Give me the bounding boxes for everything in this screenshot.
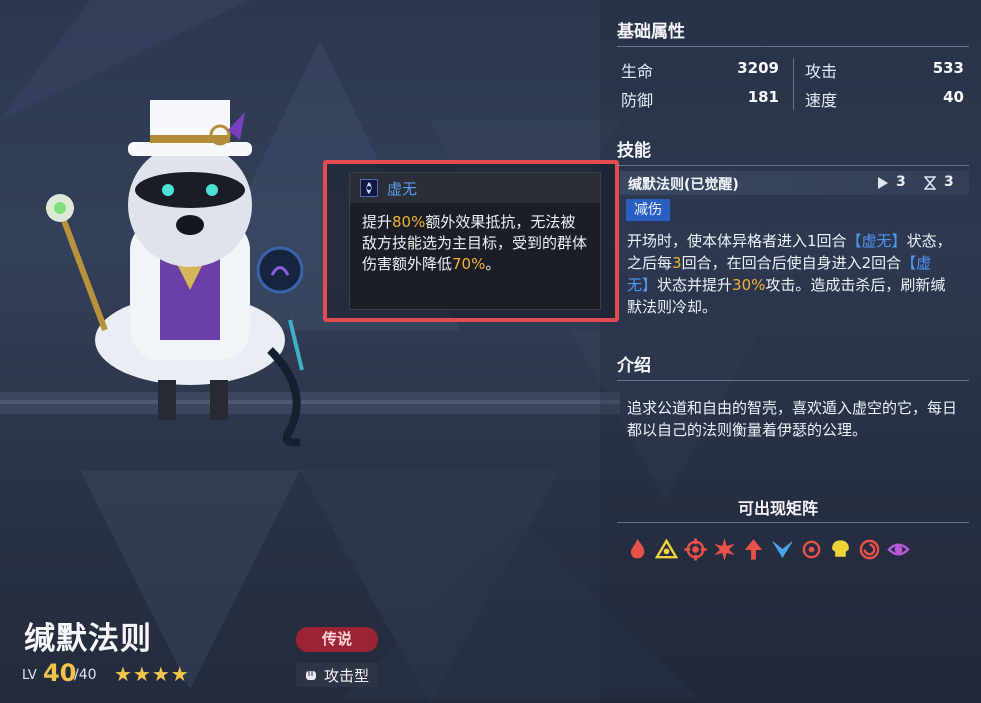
skill-cooldown: 3 (944, 174, 954, 190)
void-status-icon (360, 179, 378, 197)
intro-text: 追求公道和自由的智壳，喜欢遁入虚空的它，每日都以自己的法则衡量着伊瑟的公理。 (627, 399, 958, 439)
status-tooltip: 虚无 提升80%额外效果抵抗，无法被敌方技能选为主目标，受到的群体伤害额外降低7… (323, 160, 619, 322)
damage-reduction-tag: 减伤 (626, 199, 670, 221)
divider (617, 165, 969, 166)
text-segment: 回合，在回合后使自身进入2回合 (681, 254, 902, 272)
level-max: /40 (74, 667, 97, 683)
def-label: 防御 (621, 91, 654, 110)
target-formation-icon[interactable] (684, 538, 707, 561)
level-value: 40 (43, 659, 77, 687)
tooltip-title: 虚无 (387, 179, 418, 198)
crosshair-formation-icon[interactable] (800, 538, 823, 561)
eye-formation-icon[interactable] (887, 538, 910, 561)
highlight-text: 70% (452, 255, 486, 273)
triangle-formation-icon[interactable] (655, 538, 678, 561)
spd-label: 速度 (805, 91, 838, 110)
text-segment: 。 (485, 255, 501, 273)
character-portrait (46, 100, 304, 447)
character-name: 缄默法则 (24, 621, 152, 657)
hp-label: 生命 (621, 62, 654, 81)
highlight-text: 80% (392, 213, 426, 231)
arrow-formation-icon[interactable] (742, 538, 765, 561)
flame-formation-icon[interactable] (626, 538, 649, 561)
skill-header[interactable]: 缄默法则(已觉醒) 3 3 (620, 171, 969, 195)
skill-section-title: 技能 (617, 141, 651, 161)
attributes-title: 基础属性 (617, 22, 685, 42)
level-label: LV (22, 668, 37, 683)
hourglass-icon (924, 176, 936, 190)
skill-cost: 3 (896, 174, 906, 190)
skull-formation-icon[interactable] (829, 538, 852, 561)
star-rating: ★★★★ (114, 662, 190, 686)
formations-title: 可出现矩阵 (738, 499, 819, 518)
skill-description: 开场时，使本体异格者进入1回合【虚无】状态，之后每3回合，在回合后使自身进入2回… (627, 230, 952, 318)
def-value: 181 (747, 88, 779, 106)
text-segment: 状态并提升 (657, 276, 733, 294)
divider (617, 522, 969, 523)
highlight-text: 30% (732, 276, 766, 294)
intro-title: 介绍 (617, 356, 651, 376)
formation-icons (626, 538, 910, 561)
text-segment: 提升 (362, 213, 393, 231)
spd-value: 40 (943, 88, 964, 106)
burst-formation-icon[interactable] (713, 538, 736, 561)
skill-name: 缄默法则(已觉醒) (628, 177, 739, 193)
highlight-text: 【虚无】 (846, 232, 907, 250)
tooltip-description: 提升80%额外效果抵抗，无法被敌方技能选为主目标，受到的群体伤害额外降低70%。 (350, 203, 600, 275)
divider (617, 380, 969, 381)
rarity-badge: 传说 (296, 627, 378, 652)
spiral-formation-icon[interactable] (858, 538, 881, 561)
hp-value: 3209 (737, 59, 779, 77)
wing-formation-icon[interactable] (771, 538, 794, 561)
divider (793, 58, 794, 110)
divider (617, 46, 969, 47)
tooltip-header: 虚无 (350, 173, 600, 203)
play-icon (878, 177, 888, 189)
tooltip-panel: 虚无 提升80%额外效果抵抗，无法被敌方技能选为主目标，受到的群体伤害额外降低7… (349, 172, 601, 310)
atk-value: 533 (932, 59, 964, 77)
role-type-text: 攻击型 (324, 666, 370, 685)
atk-label: 攻击 (805, 62, 838, 81)
text-segment: 开场时，使本体异格者进入1回合 (627, 232, 847, 250)
highlight-text: 3 (672, 254, 682, 272)
fist-icon (306, 671, 316, 680)
role-type-badge: 攻击型 (296, 663, 378, 687)
